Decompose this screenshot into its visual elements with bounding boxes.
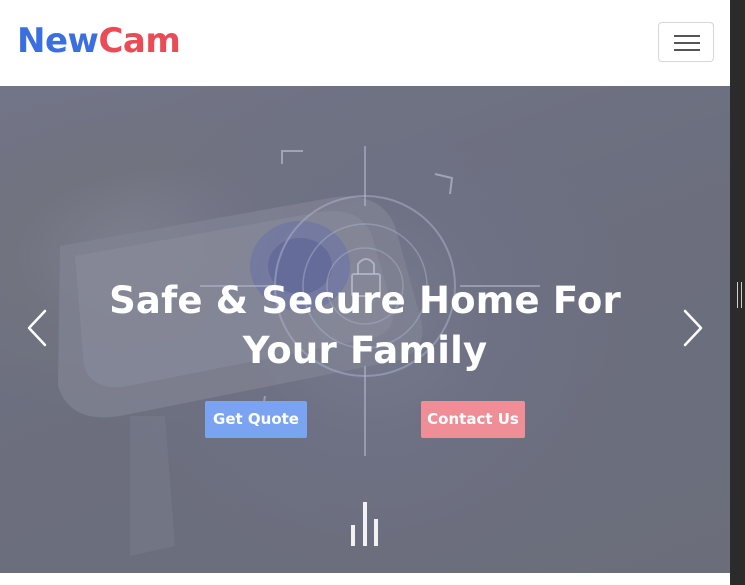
- brand-logo[interactable]: NewCam: [17, 18, 181, 64]
- brand-name-part2: Cam: [98, 21, 181, 61]
- scrollbar[interactable]: [730, 0, 745, 585]
- hamburger-menu-icon: [674, 35, 700, 37]
- top-navbar: NewCam: [0, 0, 730, 86]
- slide-indicator-icon[interactable]: [350, 501, 380, 547]
- hero-headline: Safe & Secure Home For Your Family: [0, 276, 730, 376]
- hero-carousel: Safe & Secure Home For Your Family Get Q…: [0, 86, 730, 573]
- get-quote-button[interactable]: Get Quote: [205, 401, 307, 438]
- hero-headline-line1: Safe & Secure Home For: [109, 279, 621, 322]
- scrollbar-grip[interactable]: [737, 282, 742, 308]
- chevron-right-icon[interactable]: [680, 308, 706, 348]
- brand-name-part1: New: [17, 21, 99, 61]
- chevron-left-icon[interactable]: [24, 308, 50, 348]
- hero-headline-line2: Your Family: [242, 329, 488, 372]
- page-bottom-edge: [0, 573, 730, 585]
- contact-us-button[interactable]: Contact Us: [421, 401, 525, 438]
- navbar-toggle-button[interactable]: [658, 22, 714, 62]
